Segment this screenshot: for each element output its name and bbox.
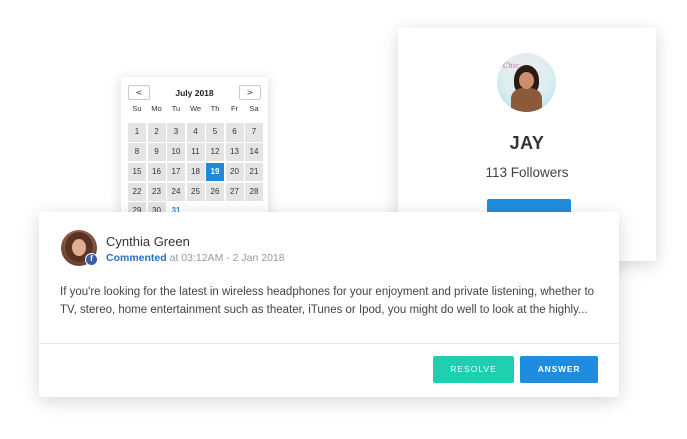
calendar-day[interactable]: 16 [147, 162, 166, 182]
calendar-day[interactable]: 18 [186, 162, 205, 182]
profile-avatar: Chic [497, 53, 556, 112]
calendar-day[interactable]: 7 [245, 122, 263, 142]
calendar-day[interactable]: 11 [186, 142, 205, 162]
calendar-day[interactable]: 13 [225, 142, 244, 162]
commenter-name: Cynthia Green [106, 234, 190, 249]
weekday-label: Mo [151, 104, 162, 113]
comment-body: If you're looking for the latest in wire… [60, 286, 595, 316]
followers-count: 113 Followers [485, 165, 569, 180]
calendar-day[interactable]: 1 [128, 122, 146, 142]
weekday-label: Tu [171, 104, 181, 113]
comment-action-label: Commented [106, 252, 167, 264]
card-divider [39, 343, 619, 344]
calendar-day[interactable]: 2 [147, 122, 166, 142]
profile-name: JAY [509, 133, 545, 153]
calendar-day[interactable]: 5 [206, 122, 224, 142]
calendar-header: < July 2018 > [128, 85, 261, 100]
calendar-day[interactable]: 6 [225, 122, 244, 142]
calendar-day[interactable]: 3 [167, 122, 185, 142]
date-picker-calendar: < July 2018 > Su Mo Tu We Th Fr Sa 1 2 3 4 5 6 7 8 9 10 1… [121, 77, 268, 222]
calendar-grid: Su Mo Tu We Th Fr Sa 1 2 3 4 5 6 7 8 9 10 11 12 13 14 15 16 17 1… [128, 103, 263, 222]
calendar-day[interactable]: 21 [245, 162, 263, 182]
weekday-label: Sa [249, 104, 259, 113]
next-month-button[interactable]: > [239, 85, 261, 100]
comment-meta: Commented at 03:12AM - 2 Jan 2018 [106, 252, 285, 264]
comment-timestamp: at 03:12AM - 2 Jan 2018 [169, 252, 285, 264]
calendar-day[interactable]: 20 [225, 162, 244, 182]
weekday-label: Th [210, 104, 220, 113]
calendar-day[interactable]: 26 [206, 182, 224, 202]
facebook-icon: f [85, 253, 98, 266]
calendar-day[interactable]: 25 [186, 182, 205, 202]
calendar-day[interactable]: 17 [167, 162, 185, 182]
calendar-day[interactable]: 8 [128, 142, 146, 162]
calendar-day[interactable]: 4 [186, 122, 205, 142]
calendar-day[interactable]: 28 [245, 182, 263, 202]
answer-button[interactable]: ANSWER [520, 356, 598, 383]
weekday-label: Su [132, 104, 142, 113]
prev-month-button[interactable]: < [128, 85, 150, 100]
calendar-day[interactable]: 12 [206, 142, 224, 162]
calendar-day[interactable]: 9 [147, 142, 166, 162]
calendar-month-title: July 2018 [175, 87, 214, 98]
calendar-day[interactable]: 19 [206, 162, 224, 182]
weekday-label: Fr [230, 104, 239, 113]
calendar-day[interactable]: 15 [128, 162, 146, 182]
calendar-day[interactable]: 10 [167, 142, 185, 162]
calendar-day[interactable]: 24 [167, 182, 185, 202]
calendar-day[interactable]: 22 [128, 182, 146, 202]
calendar-day[interactable]: 23 [147, 182, 166, 202]
comment-card: f Cynthia Green Commented at 03:12AM - 2… [39, 212, 619, 397]
resolve-button[interactable]: RESOLVE [433, 356, 514, 383]
weekday-label: We [189, 104, 202, 113]
calendar-day[interactable]: 27 [225, 182, 244, 202]
calendar-day[interactable]: 14 [245, 142, 263, 162]
